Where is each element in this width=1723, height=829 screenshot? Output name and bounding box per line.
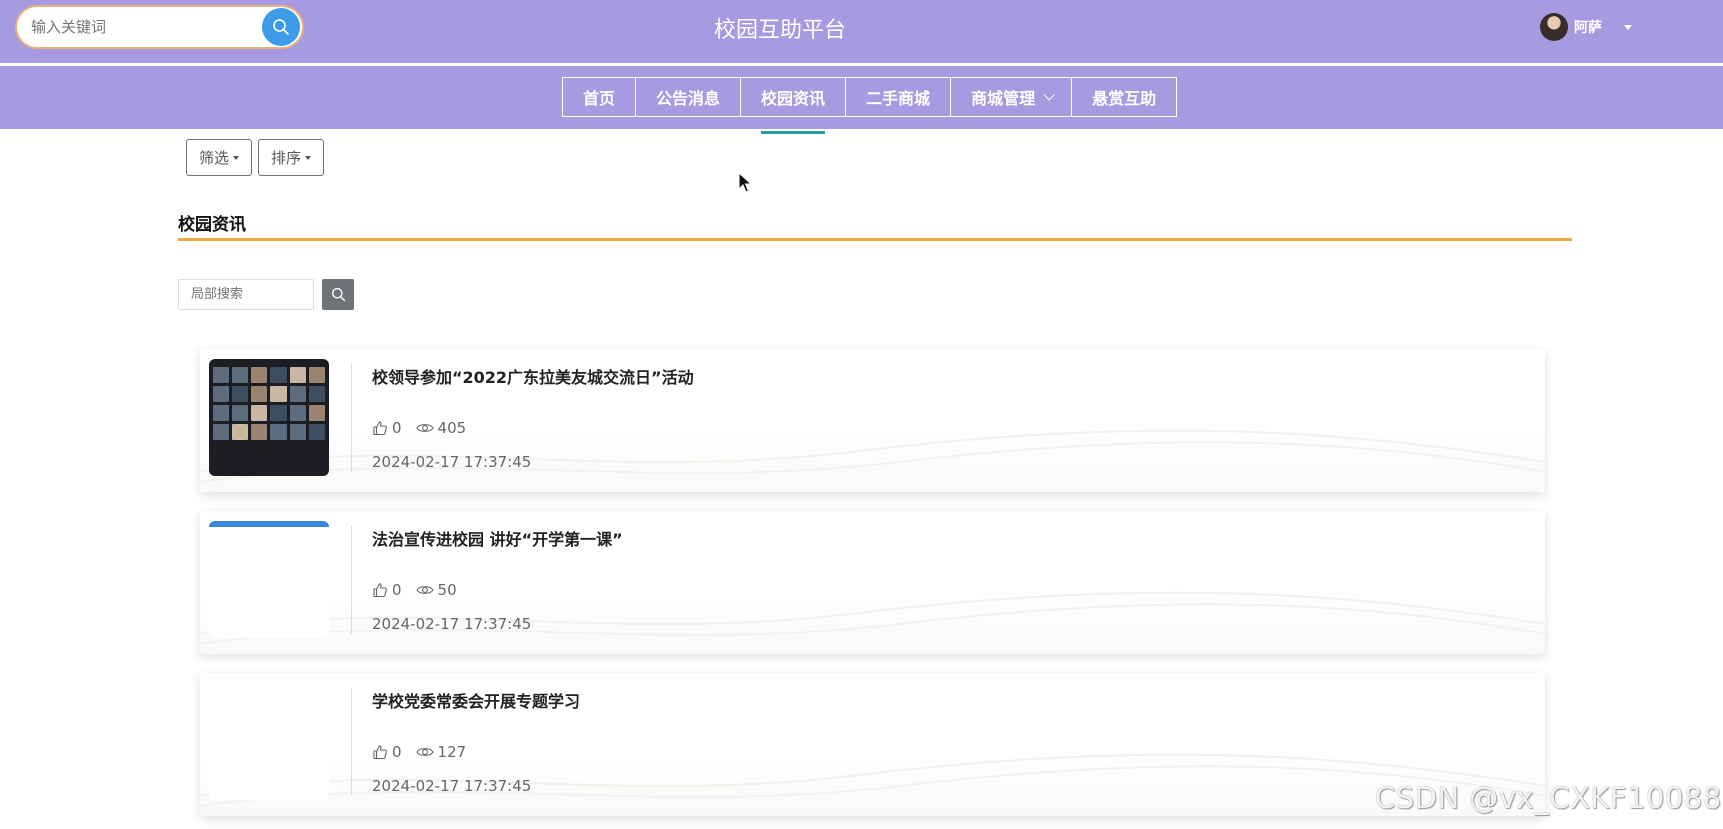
news-date: 2024-02-17 17:37:45 [372,453,532,471]
nav-item-second-hand-mall[interactable]: 二手商城 [845,77,952,117]
news-thumbnail [209,359,329,476]
mouse-cursor-icon [738,172,752,193]
filter-dropdown-button[interactable]: 筛选 [186,139,253,176]
like-count: 0 [392,743,402,761]
nav-list: 首页 公告消息 校园资讯 二手商城 商城管理 悬赏互助 [562,77,1178,134]
caret-down-icon [305,155,312,160]
nav-item-campus-news[interactable]: 校园资讯 [740,77,847,134]
nav-item-label: 公告消息 [656,89,721,108]
like-count: 0 [392,419,402,437]
news-date: 2024-02-17 17:37:45 [372,615,532,633]
avatar [1540,13,1568,41]
news-list-item[interactable]: 法治宣传进校园 讲好“开学第一课” 0 50 2024-02-17 17:37:… [200,511,1545,654]
watermark: CSDN @vx_CXKF10088 [1375,781,1722,815]
news-stats: 0 127 [372,743,480,761]
eye-icon [415,424,434,432]
thumbs-up-icon [373,583,387,598]
nav-item-mall-management[interactable]: 商城管理 [950,77,1073,117]
local-search-button[interactable] [322,279,354,310]
sort-label: 排序 [271,149,302,167]
view-count: 50 [437,581,457,599]
section-underline [178,238,1572,241]
view-count: 405 [437,419,467,437]
news-thumbnail [209,521,329,638]
card-divider [351,526,352,634]
top-header: 校园互助平台 阿萨 [0,0,1723,65]
page: 校园互助平台 阿萨 首页 公告消息 校园资讯 二手商城 商城管理 悬赏互助 筛选… [0,0,1723,829]
nav-item-label: 首页 [583,89,616,108]
eye-icon [415,748,434,756]
chevron-down-icon [1043,89,1055,101]
news-stats: 0 50 [372,581,471,599]
news-title: 法治宣传进校园 讲好“开学第一课” [372,530,623,549]
news-date: 2024-02-17 17:37:45 [372,777,532,795]
site-title: 校园互助平台 [713,18,846,43]
nav-item-label: 悬赏互助 [1092,89,1157,108]
card-divider [351,688,352,796]
news-list-item[interactable]: 校领导参加“2022广东拉美友城交流日”活动 0 405 2024-02-17 … [200,349,1545,492]
news-title: 学校党委常委会开展专题学习 [372,692,581,711]
thumbs-up-icon [373,421,387,436]
news-title: 校领导参加“2022广东拉美友城交流日”活动 [372,368,694,387]
user-menu[interactable]: 阿萨 [1540,12,1632,42]
nav-item-announcements[interactable]: 公告消息 [635,77,742,117]
filter-label: 筛选 [199,149,230,167]
news-stats: 0 405 [372,419,480,437]
search-icon [331,288,345,302]
local-search-input[interactable] [178,279,314,310]
nav-item-label: 商城管理 [971,89,1036,108]
main-nav: 首页 公告消息 校园资讯 二手商城 商城管理 悬赏互助 [0,66,1723,134]
caret-down-icon [1624,24,1632,30]
user-name: 阿萨 [1574,20,1602,36]
thumbs-up-icon [373,745,387,760]
like-count: 0 [392,581,402,599]
nav-item-label: 校园资讯 [761,89,826,108]
section-title: 校园资讯 [178,215,246,235]
nav-item-bounty-help[interactable]: 悬赏互助 [1071,77,1178,117]
view-count: 127 [437,743,467,761]
news-thumbnail [209,683,329,800]
nav-item-label: 二手商城 [866,89,931,108]
news-list-item[interactable]: 学校党委常委会开展专题学习 0 127 2024-02-17 17:37:45 [200,673,1545,816]
eye-icon [415,586,434,594]
card-divider [351,364,352,472]
caret-down-icon [233,155,240,160]
filter-toolbar: 筛选 排序 [186,139,325,176]
sort-dropdown-button[interactable]: 排序 [258,139,325,176]
nav-item-home[interactable]: 首页 [562,77,637,117]
